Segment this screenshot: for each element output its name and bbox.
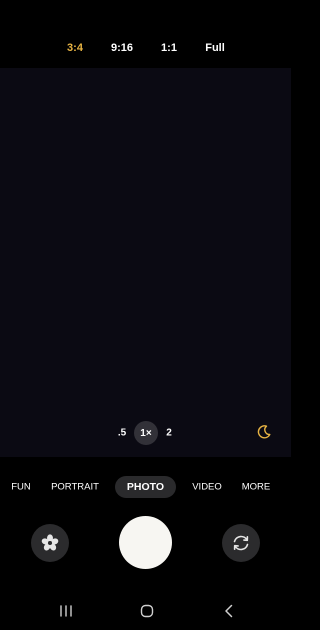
mode-photo-label: PHOTO — [126, 481, 165, 493]
mode-portrait[interactable]: PORTRAIT — [51, 482, 99, 493]
mode-video[interactable]: VIDEO — [192, 482, 222, 493]
ratio-1-1[interactable]: 1:1 — [161, 42, 177, 54]
shutter-button[interactable] — [119, 516, 172, 569]
mode-fun[interactable]: FUN — [11, 482, 31, 493]
switch-camera-button[interactable] — [222, 524, 260, 562]
mode-photo[interactable]: PHOTO — [115, 476, 176, 498]
back-icon[interactable] — [221, 603, 237, 619]
ratio-3-4[interactable]: 3:4 — [67, 42, 83, 54]
effects-button[interactable] — [31, 524, 69, 562]
zoom-0-5[interactable]: .5 — [118, 428, 126, 439]
ratio-full[interactable]: Full — [205, 42, 225, 54]
moon-icon[interactable] — [256, 424, 272, 440]
home-icon[interactable] — [139, 603, 155, 619]
zoom-1x[interactable]: 1× — [134, 421, 158, 445]
zoom-1x-label: 1× — [140, 427, 152, 439]
camera-viewfinder[interactable] — [0, 68, 291, 457]
recent-apps-icon[interactable] — [58, 603, 74, 619]
aspect-ratio-bar: 3:4 9:16 1:1 Full — [0, 0, 291, 68]
flower-effects-icon — [41, 534, 59, 551]
zoom-2[interactable]: 2 — [166, 428, 172, 439]
ratio-9-16[interactable]: 9:16 — [111, 42, 133, 54]
switch-camera-icon — [233, 535, 249, 551]
mode-more[interactable]: MORE — [242, 482, 271, 493]
